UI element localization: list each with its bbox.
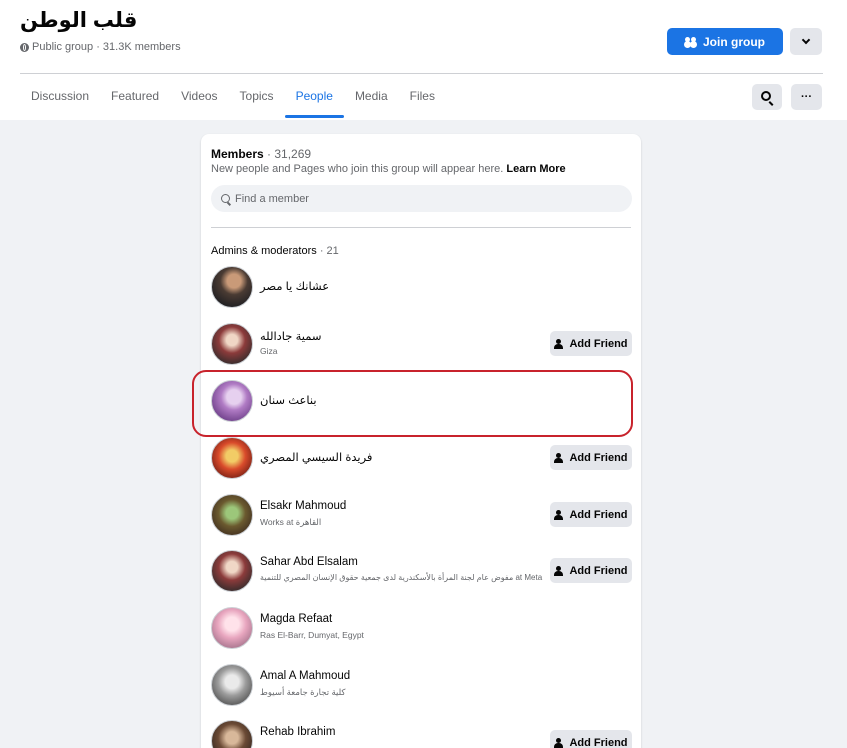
member-row[interactable]: Rehab Ibrahim Add Friend <box>211 720 632 748</box>
add-friend-icon <box>554 509 565 520</box>
globe-icon <box>20 42 29 52</box>
member-name[interactable]: سمية جادالله <box>260 329 322 343</box>
tab-featured[interactable]: Featured <box>100 76 170 118</box>
add-friend-label: Add Friend <box>569 736 628 748</box>
add-friend-label: Add Friend <box>569 564 628 577</box>
add-friend-button[interactable]: Add Friend <box>550 445 632 470</box>
add-friend-button[interactable]: Add Friend <box>550 331 632 356</box>
avatar[interactable] <box>211 664 253 706</box>
member-name[interactable]: عشانك يا مصر <box>260 279 329 293</box>
tab-discussion[interactable]: Discussion <box>20 76 100 118</box>
group-tabs: Discussion Featured Videos Topics People… <box>20 76 446 118</box>
member-name[interactable]: Rehab Ibrahim <box>260 726 335 738</box>
tab-topics[interactable]: Topics <box>229 76 285 118</box>
member-row[interactable]: فريدة السيسي المصري Add Friend <box>211 437 632 481</box>
members-card: Members · 31,269 New people and Pages wh… <box>201 134 641 748</box>
avatar[interactable] <box>211 550 253 592</box>
find-member-input[interactable] <box>235 192 615 205</box>
find-member-field[interactable] <box>211 185 632 212</box>
add-friend-label: Add Friend <box>569 337 628 350</box>
add-friend-label: Add Friend <box>569 451 628 464</box>
header-divider <box>20 73 823 74</box>
members-heading: Members · 31,269 <box>211 147 311 161</box>
tab-videos[interactable]: Videos <box>170 76 228 118</box>
group-meta-text: Public group · 31.3K members <box>32 41 181 53</box>
member-name[interactable]: فريدة السيسي المصري <box>260 450 372 464</box>
add-friend-icon <box>554 452 565 463</box>
tab-media[interactable]: Media <box>344 76 399 118</box>
member-name[interactable]: Magda Refaat <box>260 613 332 625</box>
group-header: قلب الوطن Public group · 31.3K members J… <box>0 0 847 120</box>
admins-title: Admins & moderators <box>211 245 317 257</box>
chevron-down-icon <box>801 35 811 45</box>
join-group-icon <box>685 37 698 46</box>
tab-files[interactable]: Files <box>399 76 446 118</box>
add-friend-button[interactable]: Add Friend <box>550 502 632 527</box>
member-subtitle: كلية تجارة جامعة أسيوط <box>260 687 346 697</box>
add-friend-label: Add Friend <box>569 508 628 521</box>
highlight-ring <box>192 370 633 437</box>
search-icon <box>761 91 771 101</box>
member-row[interactable]: عشانك يا مصر <box>211 266 631 310</box>
avatar[interactable] <box>211 323 253 365</box>
add-friend-icon <box>554 565 565 576</box>
add-friend-button[interactable]: Add Friend <box>550 558 632 583</box>
member-subtitle: Ras El-Barr, Dumyat, Egypt <box>260 630 364 640</box>
group-title: قلب الوطن <box>20 9 138 32</box>
tab-people[interactable]: People <box>284 76 345 118</box>
avatar[interactable] <box>211 720 253 748</box>
member-subtitle: Works at القاهرة <box>260 517 322 527</box>
member-row[interactable]: Magda Refaat Ras El-Barr, Dumyat, Egypt <box>211 607 631 651</box>
members-note: New people and Pages who join this group… <box>211 163 566 175</box>
join-group-label: Join group <box>703 34 765 49</box>
member-row[interactable]: Elsakr Mahmoud Works at القاهرة Add Frie… <box>211 494 632 538</box>
admins-heading: Admins & moderators · 21 <box>211 245 339 257</box>
member-subtitle: Giza <box>260 346 278 356</box>
group-search-button[interactable] <box>752 84 782 110</box>
add-friend-button[interactable]: Add Friend <box>550 730 632 748</box>
avatar[interactable] <box>211 494 253 536</box>
member-row[interactable]: Amal A Mahmoud كلية تجارة جامعة أسيوط <box>211 664 631 708</box>
add-friend-icon <box>554 737 565 748</box>
member-name[interactable]: Sahar Abd Elsalam <box>260 556 358 568</box>
member-name[interactable]: Amal A Mahmoud <box>260 670 350 682</box>
member-name[interactable]: Elsakr Mahmoud <box>260 500 346 512</box>
member-subtitle: مفوض عام لجنة المرأة بالأسكندرية لدى جمع… <box>260 573 543 582</box>
add-friend-icon <box>554 338 565 349</box>
section-divider <box>211 227 631 228</box>
avatar[interactable] <box>211 607 253 649</box>
avatar[interactable] <box>211 266 253 308</box>
group-options-button[interactable] <box>790 28 822 55</box>
member-row[interactable]: سمية جادالله Giza Add Friend <box>211 323 632 367</box>
members-note-text: New people and Pages who join this group… <box>211 163 504 175</box>
join-group-button[interactable]: Join group <box>667 28 783 55</box>
member-row[interactable]: Sahar Abd Elsalam مفوض عام لجنة المرأة ب… <box>211 550 632 594</box>
learn-more-link[interactable]: Learn More <box>506 163 565 175</box>
search-icon <box>221 194 230 203</box>
avatar[interactable] <box>211 437 253 479</box>
group-meta: Public group · 31.3K members <box>20 41 181 53</box>
members-label: Members <box>211 147 264 161</box>
members-count: · 31,269 <box>263 147 312 161</box>
more-options-button[interactable]: ··· <box>791 84 822 110</box>
admins-count: · 21 <box>316 245 339 257</box>
